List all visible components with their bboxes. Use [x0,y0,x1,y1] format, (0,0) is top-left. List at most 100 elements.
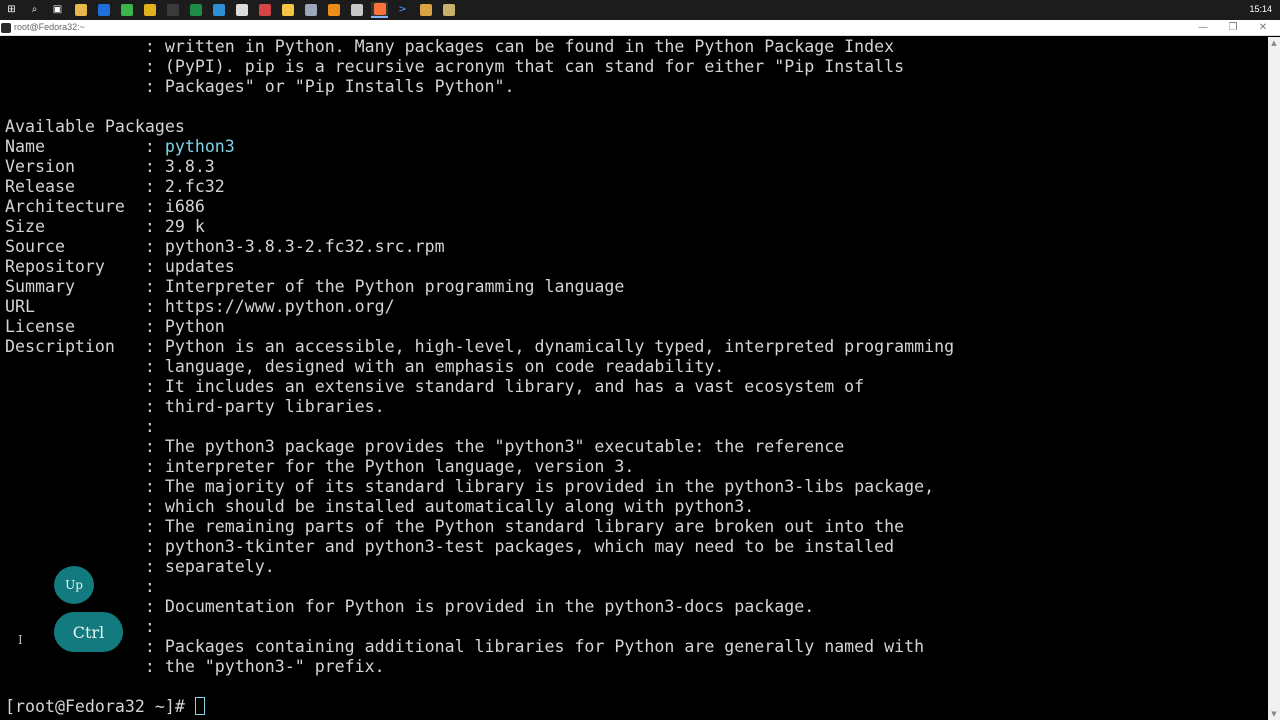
terminal-line-text: Source : python3-3.8.3-2.fc32.src.rpm [5,237,445,256]
terminal-line: : interpreter for the Python language, v… [5,457,635,477]
search-icon[interactable]: ⌕ [26,2,43,18]
edge-icon-glyph [212,4,225,16]
terminal-line-text: Repository : updates [5,257,235,276]
notes-icon-glyph [281,4,294,16]
terminal-scrollbar[interactable]: ▲ ▼ [1268,37,1280,720]
terminal-line: : Packages containing additional librari… [5,637,924,657]
vlc-icon[interactable] [325,2,342,18]
excel-icon[interactable] [187,2,204,18]
terminal-line-text: Architecture : i686 [5,197,205,216]
firefox-icon[interactable] [371,2,388,18]
terminal-line-text: : Packages" or "Pip Installs Python". [5,77,515,96]
terminal-line: : which should be installed automaticall… [5,497,754,517]
remote-desktop-icon[interactable] [95,2,112,18]
putty-icon-glyph [442,4,455,16]
terminal-line-text: : Documentation for Python is provided i… [5,597,815,616]
file-explorer-icon-glyph [74,4,87,16]
terminal-line: Architecture : i686 [5,197,205,217]
terminal-line: Available Packages [5,117,185,137]
terminal-line: : (PyPI). pip is a recursive acronym tha… [5,57,904,77]
terminal-line: URL : https://www.python.org/ [5,297,395,317]
terminal-line-text: : interpreter for the Python language, v… [5,457,635,476]
terminal-line-text: Size : 29 k [5,217,205,236]
taskbar-clock[interactable]: 15:14 [1249,4,1272,14]
terminal-line: License : Python [5,317,225,337]
terminal-line-text: License : Python [5,317,225,336]
edge-icon[interactable] [210,2,227,18]
remote-desktop-icon-glyph [97,4,110,16]
app-dark-circle-icon[interactable] [164,2,181,18]
terminal-line-text: : The majority of its standard library i… [5,477,935,496]
terminal-line-text: : python3-tkinter and python3-test packa… [5,537,895,556]
terminal-line-text: : written in Python. Many packages can b… [5,37,895,56]
app-box-icon-glyph [350,4,363,16]
app-tools-icon[interactable] [417,2,434,18]
scroll-up-arrow-icon[interactable]: ▲ [1268,37,1280,49]
mouse-ibeam-cursor-icon: I [18,633,23,647]
app-red-icon[interactable] [256,2,273,18]
terminal-line: Version : 3.8.3 [5,157,215,177]
terminal-line-text: : which should be installed automaticall… [5,497,755,516]
terminal-line: : python3-tkinter and python3-test packa… [5,537,894,557]
terminal-line: : The majority of its standard library i… [5,477,934,497]
window-title-bar[interactable]: root@Fedora32:~ — ❐ ✕ [0,20,1280,36]
terminal-line: : Packages" or "Pip Installs Python". [5,77,515,97]
terminal-line-text: : third-party libraries. [5,397,385,416]
terminal-line-text: : The python3 package provides the "pyth… [5,437,845,456]
close-button[interactable]: ✕ [1248,20,1278,36]
terminal-line-text: URL : https://www.python.org/ [5,297,395,316]
terminal-line: Repository : updates [5,257,235,277]
terminal-line-text: : The remaining parts of the Python stan… [5,517,905,536]
terminal-line: : third-party libraries. [5,397,385,417]
terminal-line: Name : python3 [5,137,235,157]
terminal-line-text: : It includes an extensive standard libr… [5,377,865,396]
minimize-button[interactable]: — [1188,20,1218,36]
task-view-icon[interactable]: ▣ [49,2,66,18]
terminal-icon[interactable]: > [394,2,411,18]
terminal-output[interactable]: : written in Python. Many packages can b… [0,37,1268,720]
app-tools-icon-glyph [419,4,432,16]
terminal-line: Summary : Interpreter of the Python prog… [5,277,624,297]
scroll-down-arrow-icon[interactable]: ▼ [1268,708,1280,720]
notes-icon[interactable] [279,2,296,18]
terminal-highlight-text: python3 [164,137,235,156]
terminal-line-text: Version : 3.8.3 [5,157,215,176]
ctrl-key-button[interactable]: Ctrl [54,612,123,652]
text-cursor [194,697,205,715]
app-white-circle-icon[interactable] [233,2,250,18]
terminal-line: Release : 2.fc32 [5,177,225,197]
app-green-icon-glyph [120,4,133,16]
taskbar: ⊞ ⌕ ▣ > [0,0,1280,20]
terminal-line: : language, designed with an emphasis on… [5,357,724,377]
vlc-icon-glyph [327,4,340,16]
file-explorer-icon[interactable] [72,2,89,18]
terminal-line-text: : the "python3-" prefix. [5,657,385,676]
terminal-line: : The remaining parts of the Python stan… [5,517,904,537]
putty-icon[interactable] [440,2,457,18]
app-red-icon-glyph [258,4,271,16]
terminal-line-text: Summary : Interpreter of the Python prog… [5,277,625,296]
chrome-icon[interactable] [141,2,158,18]
terminal-line-text: Release : 2.fc32 [5,177,225,196]
terminal-line: : Documentation for Python is provided i… [5,597,814,617]
network-icon[interactable] [302,2,319,18]
terminal-line: Description : Python is an accessible, h… [5,337,954,357]
terminal-line-text: : [5,417,155,436]
shell-prompt-line[interactable]: [root@Fedora32 ~]# [5,697,205,717]
terminal-line: Size : 29 k [5,217,205,237]
terminal-line: : written in Python. Many packages can b… [5,37,894,57]
terminal-line-text: : (PyPI). pip is a recursive acronym tha… [5,57,905,76]
up-key-button[interactable]: Up [54,566,94,604]
terminal-line: : The python3 package provides the "pyth… [5,437,844,457]
maximize-button[interactable]: ❐ [1218,20,1248,36]
terminal-line: : [5,417,155,437]
terminal-app-icon [1,23,11,33]
terminal-line: : separately. [5,557,275,577]
shell-prompt: [root@Fedora32 ~]# [5,697,195,716]
app-green-icon[interactable] [118,2,135,18]
app-box-icon[interactable] [348,2,365,18]
start-icon[interactable]: ⊞ [3,2,20,18]
terminal-line: : It includes an extensive standard libr… [5,377,864,397]
terminal-line-text: Name : [5,137,165,156]
chrome-icon-glyph [143,4,156,16]
